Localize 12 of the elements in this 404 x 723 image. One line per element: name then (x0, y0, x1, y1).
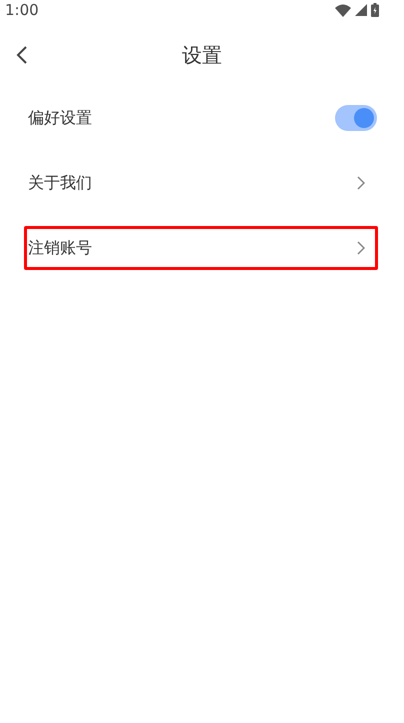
chevron-right-icon (357, 176, 365, 190)
wifi-icon (335, 4, 351, 16)
back-icon[interactable] (16, 46, 28, 64)
page-title: 设置 (182, 42, 222, 68)
status-time: 1:00 (5, 1, 39, 19)
settings-row[interactable]: 关于我们 (24, 161, 378, 205)
toggle-switch[interactable] (335, 105, 377, 131)
battery-icon (371, 3, 379, 17)
signal-icon (355, 4, 367, 16)
highlighted-settings-row[interactable]: 注销账号 (24, 226, 378, 270)
chevron-right-icon (357, 241, 365, 255)
settings-row[interactable]: 偏好设置 (24, 96, 378, 140)
